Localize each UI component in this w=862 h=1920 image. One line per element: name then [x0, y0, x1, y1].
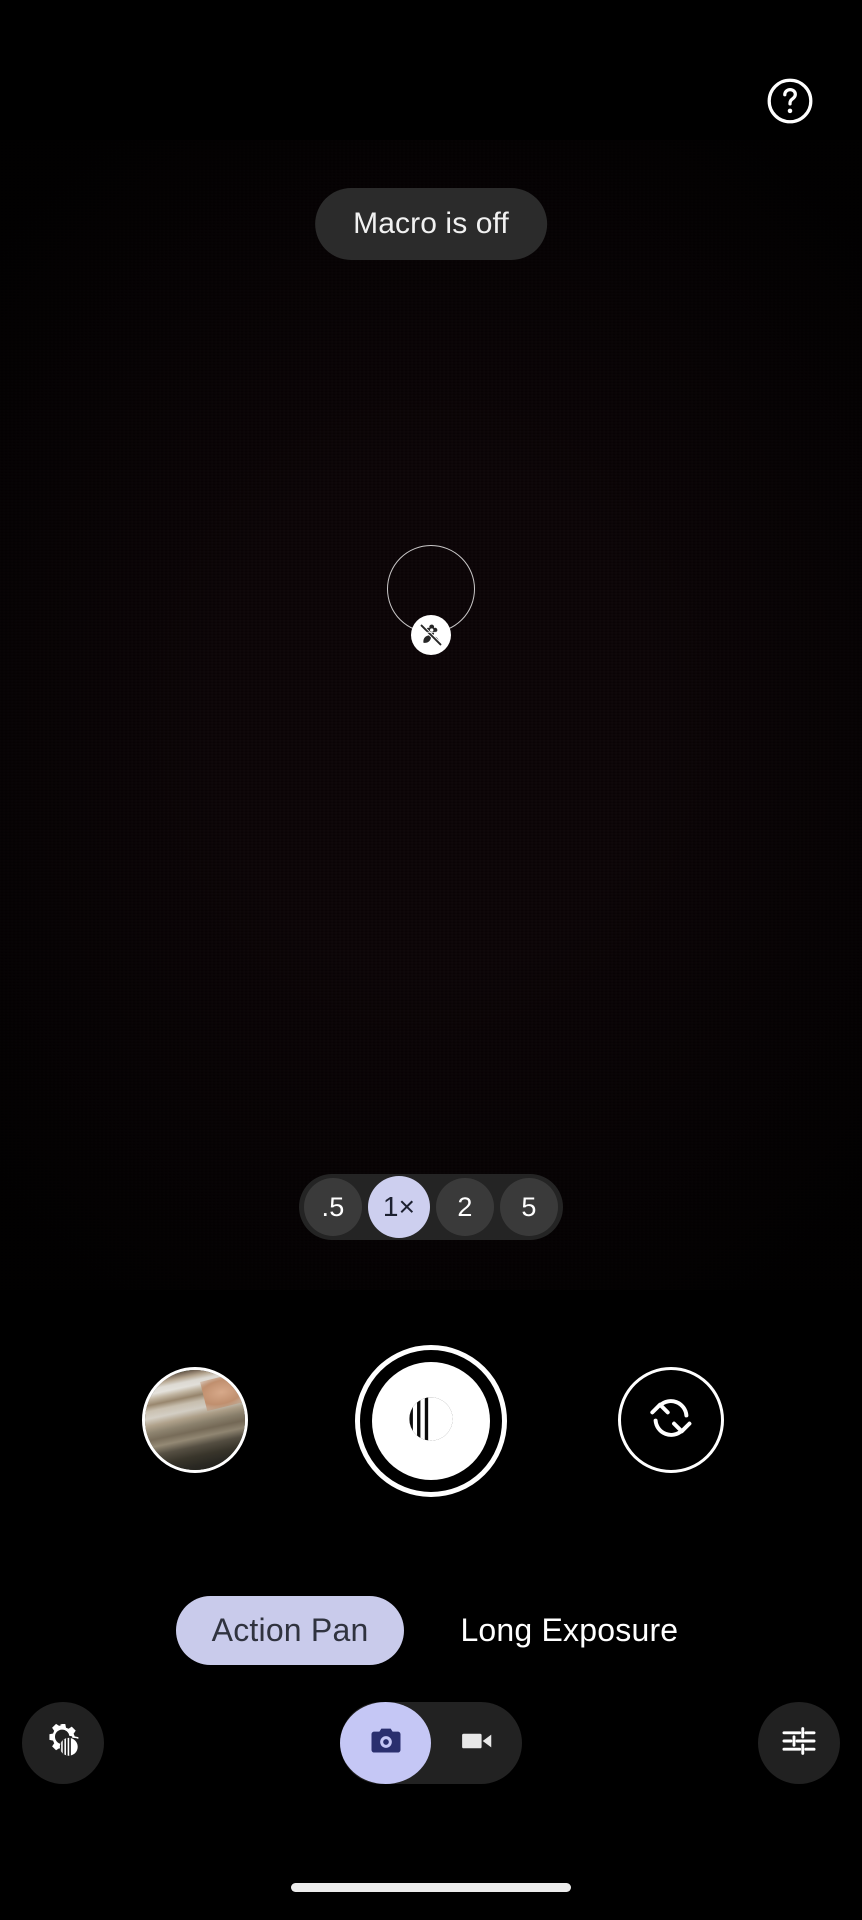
gallery-thumbnail-button[interactable]	[142, 1367, 248, 1473]
shutter-inner	[372, 1362, 490, 1480]
zoom-option-1x[interactable]: 1×	[368, 1176, 430, 1238]
zoom-option-5x[interactable]: 5	[500, 1178, 558, 1236]
video-camera-icon	[458, 1722, 496, 1765]
tune-sliders-icon	[778, 1720, 820, 1767]
macro-status-text: Macro is off	[353, 207, 509, 240]
shutter-button[interactable]	[355, 1345, 507, 1497]
mode-selector[interactable]: Action Pan Long Exposure	[0, 1590, 862, 1670]
mode-long-exposure[interactable]: Long Exposure	[452, 1612, 686, 1649]
help-circle-icon	[764, 75, 816, 127]
top-bar	[0, 0, 862, 140]
mode-action-pan[interactable]: Action Pan	[175, 1595, 405, 1665]
mode-label: Long Exposure	[460, 1611, 679, 1648]
zoom-option-label: 2	[457, 1191, 473, 1222]
bottom-control-panel: Action Pan Long Exposure	[0, 1290, 862, 1920]
zoom-option-0.5[interactable]: .5	[304, 1178, 362, 1236]
camera-icon	[366, 1721, 406, 1766]
macro-status-toast: Macro is off	[315, 188, 547, 260]
photo-mode-button[interactable]	[340, 1702, 431, 1784]
viewfinder[interactable]: Macro is off .5 1× 2 5	[0, 140, 862, 1290]
switch-camera-button[interactable]	[618, 1367, 724, 1473]
adjust-button[interactable]	[758, 1702, 840, 1784]
zoom-selector[interactable]: .5 1× 2 5	[299, 1174, 563, 1240]
camera-app-screen: Macro is off .5 1× 2 5 Action Pan Long E…	[0, 0, 862, 1920]
camera-flip-icon	[643, 1390, 699, 1451]
help-button[interactable]	[762, 73, 818, 129]
preview-vignette	[0, 140, 862, 1290]
capture-row	[0, 1345, 862, 1515]
photo-video-toggle[interactable]	[340, 1702, 522, 1784]
motion-settings-gear-icon	[42, 1720, 84, 1767]
zoom-option-label: 1×	[382, 1191, 416, 1222]
settings-button[interactable]	[22, 1702, 104, 1784]
zoom-option-label: .5	[321, 1191, 345, 1222]
toolbar	[0, 1688, 862, 1798]
mode-label: Action Pan	[211, 1611, 369, 1648]
video-mode-button[interactable]	[431, 1702, 522, 1784]
zoom-option-label: 5	[521, 1191, 537, 1222]
home-indicator[interactable]	[291, 1883, 571, 1892]
zoom-option-2x[interactable]: 2	[436, 1178, 494, 1236]
action-pan-shutter-icon	[400, 1388, 462, 1455]
